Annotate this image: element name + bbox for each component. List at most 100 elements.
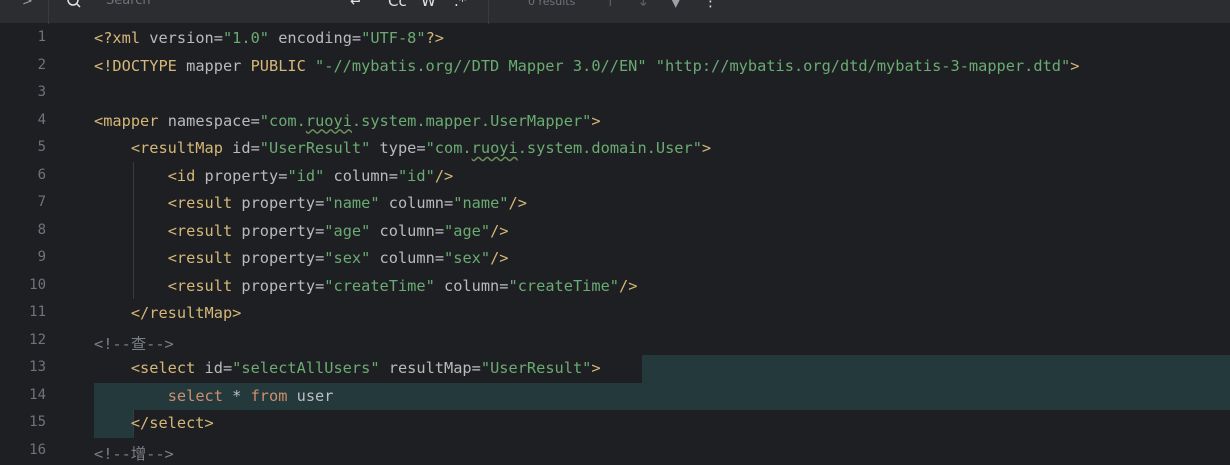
code-token: /> <box>490 249 508 267</box>
code-line[interactable]: 2<!DOCTYPE mapper PUBLIC "-//mybatis.org… <box>0 53 1230 81</box>
code-token: <resultMap <box>131 139 232 157</box>
code-token: namespace <box>168 112 251 130</box>
code-token: select <box>168 387 232 405</box>
code-token: "com. <box>426 139 472 157</box>
code-text[interactable]: <mapper namespace="com.ruoyi.system.mapp… <box>94 112 601 130</box>
code-token: <result <box>168 222 242 240</box>
code-text[interactable]: <!--增--> <box>94 442 174 464</box>
code-token: "age" <box>444 222 490 240</box>
code-token: /> <box>435 167 453 185</box>
expand-replace-chevron-icon[interactable]: > <box>22 0 33 9</box>
match-case-button[interactable]: Cc <box>388 0 407 10</box>
line-number: 5 <box>0 139 46 155</box>
code-text[interactable]: <result property="age" column="age"/> <box>94 222 509 240</box>
code-token: <!--查--> <box>94 335 174 353</box>
code-text[interactable]: <id property="id" column="id"/> <box>94 167 453 185</box>
code-token: mapper <box>186 57 250 75</box>
code-line[interactable]: 5 <resultMap id="UserResult" type="com.r… <box>0 135 1230 163</box>
code-token: PUBLIC <box>251 57 315 75</box>
code-text[interactable]: </resultMap> <box>94 304 241 322</box>
code-token: "UserResult" <box>481 359 592 377</box>
previous-occurrence-icon[interactable]: ↑ <box>604 0 617 10</box>
code-token: "createTime" <box>324 277 435 295</box>
code-text[interactable]: <!DOCTYPE mapper PUBLIC "-//mybatis.org/… <box>94 57 1079 75</box>
code-token: = <box>444 194 453 212</box>
code-token <box>94 277 168 295</box>
code-line[interactable]: 1<?xml version="1.0" encoding="UTF-8"?> <box>0 25 1230 53</box>
code-text[interactable]: <result property="name" column="name"/> <box>94 194 527 212</box>
code-line[interactable]: 10 <result property="createTime" column=… <box>0 273 1230 301</box>
code-token: = <box>435 222 444 240</box>
code-token <box>94 387 168 405</box>
code-token: "age" <box>324 222 370 240</box>
code-token: "id" <box>398 167 435 185</box>
code-text[interactable]: <?xml version="1.0" encoding="UTF-8"?> <box>94 29 444 47</box>
code-token: = <box>389 167 398 185</box>
newline-icon[interactable]: ↵ <box>350 0 363 10</box>
code-token: = <box>435 249 444 267</box>
code-text[interactable]: <result property="createTime" column="cr… <box>94 277 637 295</box>
regex-button[interactable]: .* <box>454 0 466 10</box>
code-token <box>94 249 168 267</box>
code-token: "createTime" <box>508 277 619 295</box>
code-token: column <box>370 222 434 240</box>
code-token: = <box>251 112 260 130</box>
code-line[interactable]: 6 <id property="id" column="id"/> <box>0 163 1230 191</box>
line-number: 16 <box>0 442 46 458</box>
code-token: type <box>370 139 416 157</box>
search-results-count: 0 results <box>528 0 575 8</box>
code-line[interactable]: 11 </resultMap> <box>0 300 1230 328</box>
search-icon[interactable] <box>66 0 84 11</box>
line-number: 14 <box>0 387 46 403</box>
code-token: user <box>297 387 334 405</box>
code-text[interactable]: <!--查--> <box>94 332 174 354</box>
code-line[interactable]: 4 <mapper namespace="com.ruoyi.system.map… <box>0 108 1230 136</box>
code-token: property <box>205 167 279 185</box>
code-text[interactable]: <result property="sex" column="sex"/> <box>94 249 509 267</box>
code-token: > <box>591 112 600 130</box>
more-options-icon[interactable]: ⋮ <box>703 0 718 10</box>
code-token: > <box>702 139 711 157</box>
code-token: /> <box>490 222 508 240</box>
find-bar: > Search ↵ Cc W .* 0 results ↑ ↓ ▼ ⋮ <box>0 0 1230 24</box>
code-token: = <box>315 249 324 267</box>
code-token: = <box>214 29 223 47</box>
code-token <box>94 167 168 185</box>
code-token: /> <box>619 277 637 295</box>
line-number: 8 <box>0 222 46 238</box>
code-text[interactable]: select * from user <box>94 387 333 405</box>
code-token: <result <box>168 194 242 212</box>
code-token: "-//mybatis.org//DTD Mapper 3.0//EN" "ht… <box>315 57 1070 75</box>
code-line[interactable]: 12<!--查--> <box>0 328 1230 356</box>
code-token: = <box>315 194 324 212</box>
code-token: column <box>435 277 499 295</box>
line-number: 9 <box>0 249 46 265</box>
code-line[interactable]: 13 <select id="selectAllUsers" resultMap… <box>0 355 1230 383</box>
code-token <box>94 414 131 432</box>
code-line[interactable]: 15 </select> <box>0 410 1230 438</box>
code-line[interactable]: 9 <result property="sex" column="sex"/> <box>0 245 1230 273</box>
line-number: 4 <box>0 112 46 128</box>
code-token: "1.0" <box>223 29 269 47</box>
code-text[interactable]: <select id="selectAllUsers" resultMap="U… <box>94 359 601 377</box>
code-line[interactable]: 7 <result property="name" column="name"/… <box>0 190 1230 218</box>
code-text[interactable]: <resultMap id="UserResult" type="com.ruo… <box>94 139 711 157</box>
code-line[interactable]: 3 <box>0 80 1230 108</box>
code-editor[interactable]: 1<?xml version="1.0" encoding="UTF-8"?>2… <box>0 25 1230 457</box>
filter-icon[interactable]: ▼ <box>670 0 682 10</box>
code-token: "sex" <box>324 249 370 267</box>
code-token: /> <box>509 194 527 212</box>
code-token: <!--增--> <box>94 445 174 463</box>
code-line[interactable]: 8 <result property="age" column="age"/> <box>0 218 1230 246</box>
line-number: 3 <box>0 84 46 100</box>
search-input[interactable]: Search <box>106 0 151 8</box>
next-occurrence-icon[interactable]: ↓ <box>637 0 650 10</box>
code-token: "UTF-8" <box>361 29 425 47</box>
code-token: = <box>251 139 260 157</box>
code-line[interactable]: 16 <!--增--> <box>0 438 1230 465</box>
whole-words-button[interactable]: W <box>421 0 436 10</box>
code-token: column <box>380 194 444 212</box>
code-text[interactable]: </select> <box>94 414 214 432</box>
code-line[interactable]: 14 select * from user <box>0 383 1230 411</box>
code-token: "selectAllUsers" <box>232 359 379 377</box>
